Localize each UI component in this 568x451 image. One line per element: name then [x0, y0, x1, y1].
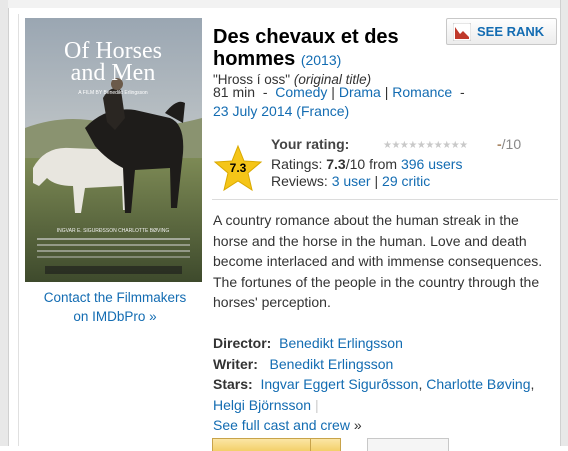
reviews-line: Reviews: 3 user | 29 critic — [271, 173, 430, 189]
ratings-value: 7.3 — [326, 156, 346, 172]
see-rank-button[interactable]: SEE RANK — [446, 18, 557, 45]
rating-block: 7.3 Your rating: ★★★★★★★★★★ -/10 Ratings… — [213, 136, 543, 192]
poster-title-line2: and Men — [71, 60, 156, 86]
ratings-line: Ratings: 7.3/10 from 396 users — [271, 156, 462, 172]
reviews-label: Reviews: — [271, 173, 328, 189]
ratings-label: Ratings: — [271, 156, 323, 172]
full-cast-link[interactable]: See full cast and crew — [213, 417, 350, 433]
star-rating-value: 7.3 — [229, 161, 247, 175]
critic-reviews-link[interactable]: 29 critic — [382, 173, 430, 189]
meta-pipe: | — [331, 84, 335, 100]
release-date-link[interactable]: 23 July 2014 (France) — [213, 103, 349, 119]
plot-summary: A country romance about the human streak… — [213, 212, 543, 310]
credits: Director: Benedikt Erlingsson Writer: Be… — [213, 333, 558, 436]
stars-label: Stars: — [213, 376, 253, 392]
contact-filmmakers-link[interactable]: Contact the Filmmakers on IMDbPro » — [20, 288, 210, 326]
your-rating-value: -/10 — [497, 136, 521, 152]
window-frame-right — [560, 0, 568, 446]
title-meta: 81 min - Comedy | Drama | Romance - 23 J… — [213, 83, 513, 121]
meta-dash: - — [262, 84, 268, 100]
writer-row: Writer: Benedikt Erlingsson — [213, 354, 558, 375]
ratings-out-of: /10 from — [345, 156, 398, 172]
see-rank-label: SEE RANK — [477, 24, 545, 39]
writer-link[interactable]: Benedikt Erlingsson — [270, 356, 394, 372]
poster-subtitle: A FILM BY Benedikt Erlingsson — [78, 90, 148, 96]
trend-chart-icon — [453, 23, 471, 41]
watchlist-button-split — [310, 439, 311, 451]
full-cast-arrow: » — [353, 417, 362, 433]
watchlist-button[interactable] — [212, 438, 341, 451]
genre-link-drama[interactable]: Drama — [339, 84, 381, 100]
divider — [212, 199, 558, 200]
window-frame-top — [8, 0, 560, 8]
poster-image: Of Horses and Men A FILM BY Benedikt Erl… — [25, 18, 202, 282]
meta-pipe: | — [384, 84, 389, 100]
users-link[interactable]: 396 users — [401, 156, 462, 172]
star-link-ingvar[interactable]: Ingvar Eggert Sigurðsson — [260, 376, 418, 392]
writer-label: Writer: — [213, 355, 258, 372]
stars-comma: , — [530, 376, 535, 392]
stars-comma: , — [418, 376, 423, 392]
your-rating-label: Your rating: — [271, 136, 350, 152]
meta-dash: - — [459, 84, 465, 100]
contact-line2[interactable]: on IMDbPro » — [73, 309, 156, 324]
movie-poster[interactable]: Of Horses and Men A FILM BY Benedikt Erl… — [25, 18, 202, 282]
director-label: Director: — [213, 335, 272, 351]
window-frame-left — [0, 0, 9, 446]
content-border — [18, 14, 19, 446]
genre-link-comedy[interactable]: Comedy — [275, 84, 327, 100]
stars-pipe: | — [314, 396, 319, 413]
director-row: Director: Benedikt Erlingsson — [213, 333, 558, 354]
director-link[interactable]: Benedikt Erlingsson — [279, 335, 403, 351]
title-block: Des chevaux et des hommes (2013) "Hross … — [213, 26, 443, 87]
user-reviews-link[interactable]: 3 user — [332, 173, 371, 189]
secondary-button[interactable] — [367, 438, 449, 451]
reviews-pipe: | — [374, 173, 379, 189]
contact-line1[interactable]: Contact the Filmmakers — [44, 290, 187, 305]
your-rating-out-of: /10 — [501, 136, 522, 152]
year-link[interactable]: (2013) — [301, 52, 341, 68]
page-title: Des chevaux et des hommes (2013) — [213, 26, 443, 71]
genre-link-romance[interactable]: Romance — [392, 84, 452, 100]
runtime: 81 min — [213, 84, 256, 100]
poster-cast-line: INGVAR E. SIGURÐSSON CHARLOTTE BØVING — [57, 228, 170, 234]
star-link-helgi[interactable]: Helgi Björnsson — [213, 397, 311, 413]
stars-row: Stars: Ingvar Eggert Sigurðsson, Charlot… — [213, 374, 558, 436]
your-rating-stars[interactable]: ★★★★★★★★★★ — [383, 140, 468, 151]
star-link-charlotte[interactable]: Charlotte Bøving — [426, 376, 530, 392]
